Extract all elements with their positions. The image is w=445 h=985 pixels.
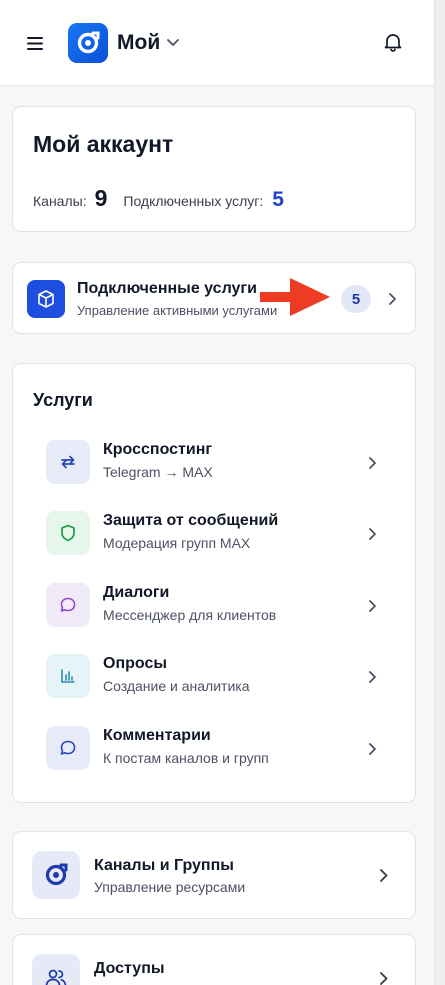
services-title: Услуги <box>33 390 93 410</box>
access-card[interactable]: Доступы <box>12 934 416 985</box>
annotation-arrow-icon <box>258 272 332 322</box>
service-title: Опросы <box>103 655 168 672</box>
chevron-down-icon[interactable] <box>166 35 184 51</box>
hamburger-icon[interactable] <box>24 33 46 53</box>
connected-services-title: Подключенные услуги <box>77 280 257 297</box>
service-subtitle: К постам каналов и групп <box>103 750 269 766</box>
chat-bubble-icon <box>46 583 90 627</box>
box-icon <box>27 280 65 318</box>
app-name[interactable]: Мой <box>117 31 160 55</box>
chevron-right-icon <box>368 670 380 684</box>
app-logo-icon <box>32 851 80 899</box>
service-subtitle: Модерация групп MAX <box>103 535 251 551</box>
service-subtitle: Создание и аналитика <box>103 678 250 694</box>
connected-services-card[interactable]: Подключенные услуги Управление активными… <box>12 262 416 334</box>
page-scrollbar[interactable] <box>434 0 445 985</box>
service-item-dialogs[interactable]: Диалоги Мессенджер для клиентов <box>33 576 403 636</box>
users-icon <box>32 954 80 985</box>
repeat-arrows-icon <box>46 440 90 484</box>
services-count: 5 <box>272 188 284 211</box>
service-title: Защита от сообщений <box>103 512 279 529</box>
shield-icon <box>46 511 90 555</box>
account-stats: Каналы: 9 Подключенных услуг: 5 <box>33 185 284 212</box>
service-title: Диалоги <box>103 584 170 601</box>
comment-icon <box>46 726 90 770</box>
chevron-right-icon <box>368 742 380 756</box>
service-title: Кросспостинг <box>103 441 213 458</box>
chevron-right-icon <box>368 456 380 470</box>
account-card: Мой аккаунт Каналы: 9 Подключенных услуг… <box>12 106 416 232</box>
chevron-right-icon <box>379 971 391 985</box>
access-title: Доступы <box>94 960 165 977</box>
service-item-polls[interactable]: Опросы Создание и аналитика <box>33 647 403 707</box>
channels-label: Каналы: <box>33 193 87 209</box>
connected-services-badge: 5 <box>341 285 371 313</box>
app-header: Мой <box>0 0 434 86</box>
bar-chart-icon <box>46 654 90 698</box>
chevron-right-icon <box>388 292 400 306</box>
chevron-right-icon <box>368 599 380 613</box>
channels-groups-subtitle: Управление ресурсами <box>94 879 246 895</box>
channels-groups-card[interactable]: Каналы и Группы Управление ресурсами <box>12 831 416 919</box>
connected-services-subtitle: Управление активными услугами <box>77 303 278 318</box>
chevron-right-icon <box>368 527 380 541</box>
app-logo-icon[interactable] <box>68 23 108 63</box>
service-title: Комментарии <box>103 727 211 744</box>
account-title: Мой аккаунт <box>33 131 174 157</box>
channels-count: 9 <box>94 185 108 211</box>
services-count-label: Подключенных услуг: <box>123 193 264 209</box>
service-subtitle: Мессенджер для клиентов <box>103 607 277 623</box>
bell-icon[interactable] <box>382 31 406 55</box>
service-subtitle: Telegram → MAX <box>103 464 213 480</box>
service-item-crossposting[interactable]: Кросспостинг Telegram → MAX <box>33 433 403 493</box>
services-card: Услуги Кросспостинг Telegram → MAX Защит… <box>12 363 416 803</box>
channels-groups-title: Каналы и Группы <box>94 857 234 874</box>
service-item-protection[interactable]: Защита от сообщений Модерация групп MAX <box>33 504 403 564</box>
chevron-right-icon <box>379 868 391 882</box>
service-item-comments[interactable]: Комментарии К постам каналов и групп <box>33 719 403 779</box>
